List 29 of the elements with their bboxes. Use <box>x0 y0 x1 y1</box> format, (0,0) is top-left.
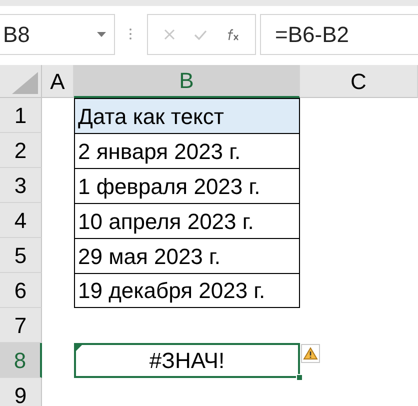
column-header[interactable]: C <box>300 65 418 98</box>
cell-text: 2 января 2023 г. <box>78 138 241 166</box>
dropdown-caret-icon[interactable] <box>97 32 106 37</box>
function-icon[interactable] <box>226 28 240 40</box>
column-header[interactable]: A <box>42 65 74 98</box>
column-header[interactable]: B <box>74 65 300 98</box>
formula-field[interactable]: =B6-B2 <box>260 14 418 55</box>
check-icon[interactable] <box>194 30 206 40</box>
row-header[interactable]: 1 <box>0 98 42 133</box>
cell-text: Дата как текст <box>78 102 224 130</box>
row-header[interactable]: 4 <box>0 203 42 238</box>
row-header[interactable]: 7 <box>0 308 42 343</box>
cell-text: #ЗНАЧ! <box>149 347 225 375</box>
cell-text: 10 апреля 2023 г. <box>78 208 254 236</box>
cell-reference: B8 <box>3 21 31 49</box>
formula-text: =B6-B2 <box>275 21 349 49</box>
row-header[interactable]: 3 <box>0 168 42 203</box>
row-header[interactable]: 8 <box>0 343 42 378</box>
cell-text: 29 мая 2023 г. <box>78 242 220 270</box>
fill-handle[interactable] <box>296 374 303 381</box>
row-header[interactable]: 6 <box>0 273 42 308</box>
grip-icon <box>129 28 132 40</box>
name-box[interactable]: B8 <box>0 14 115 55</box>
row-header[interactable]: 2 <box>0 133 42 168</box>
cell-text: 19 декабря 2023 г. <box>78 277 266 305</box>
warning-button[interactable] <box>301 344 320 363</box>
row-header[interactable]: 9 <box>0 378 42 406</box>
cell-text: 1 февраля 2023 г. <box>78 172 260 201</box>
row-header[interactable]: 5 <box>0 238 42 273</box>
